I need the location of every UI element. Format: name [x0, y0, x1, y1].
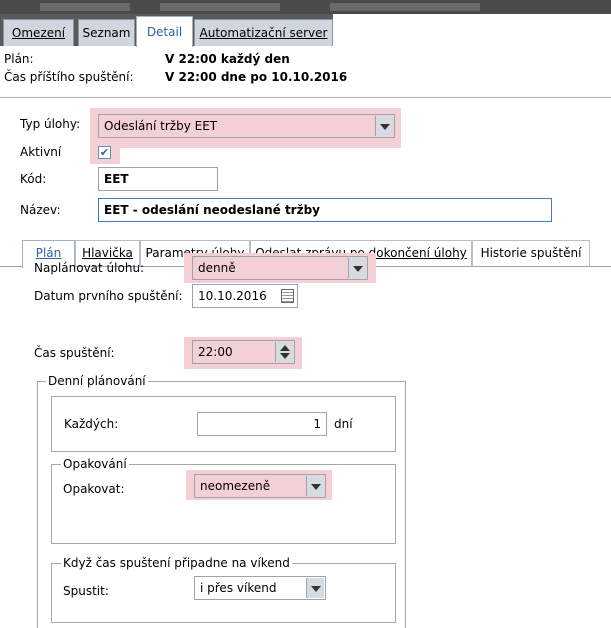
aktivni-checkbox[interactable]: ✔ — [98, 146, 111, 159]
cas-field[interactable]: 22:00 — [192, 340, 295, 364]
kazdych-unit: dní — [334, 417, 353, 431]
naplanovat-label: Naplánovat úlohu: — [34, 261, 145, 275]
next-run-value: V 22:00 dne po 10.10.2016 — [165, 70, 348, 84]
tab-omezeni-label: Omezení — [11, 26, 66, 40]
spustit-select[interactable]: i přes víkend — [194, 576, 326, 600]
vikend-legend: Když čas spuštení připadne na víkend — [61, 556, 292, 570]
opakovat-select[interactable]: neomezeně — [194, 474, 326, 498]
cas-label: Čas spuštění: — [34, 346, 115, 360]
schedule-info: Plán: V 22:00 každý den Čas příštího spu… — [0, 46, 611, 98]
tab-seznam-label: Seznam — [82, 26, 131, 40]
spustit-label: Spustit: — [63, 584, 109, 598]
window-top-strip — [0, 0, 611, 14]
opakovat-label: Opakovat: — [63, 482, 125, 496]
next-run-label: Čas příštího spuštění: — [4, 70, 134, 84]
tab-automatizacni-server-label: Automatizační server — [199, 26, 328, 40]
time-spinner[interactable] — [275, 342, 293, 362]
opakovani-legend: Opakování — [61, 457, 129, 471]
calendar-icon[interactable] — [281, 289, 294, 303]
blurred-toolbar — [330, 3, 480, 11]
spin-down-icon[interactable] — [280, 353, 290, 359]
naplanovat-select-value: denně — [198, 261, 236, 275]
typ-select-value: Odeslání tržby EET — [104, 119, 218, 133]
spustit-select-value: i přes víkend — [200, 581, 277, 595]
tab-plan-label: Plán — [35, 246, 62, 260]
nazev-label: Název: — [20, 203, 61, 217]
blurred-toolbar — [160, 3, 280, 11]
blurred-toolbar — [40, 3, 130, 11]
datum-label: Datum prvního spuštění: — [34, 289, 183, 303]
top-tab-bar: Omezení Seznam Detail Automatizační serv… — [0, 14, 611, 47]
cas-field-value: 22:00 — [198, 345, 233, 359]
chevron-down-icon[interactable] — [348, 258, 366, 278]
kazdych-field[interactable]: 1 — [197, 412, 327, 436]
chevron-down-icon[interactable] — [306, 578, 324, 598]
tab-seznam[interactable]: Seznam — [78, 19, 135, 46]
chevron-down-icon[interactable] — [306, 476, 324, 496]
plan-info-label: Plán: — [4, 52, 34, 66]
aktivni-label: Aktivní — [20, 145, 62, 159]
typ-select[interactable]: Odeslání tržby EET — [98, 114, 395, 138]
kazdych-label: Každých: — [64, 417, 119, 431]
tab-detail-label: Detail — [146, 25, 183, 39]
spin-up-icon[interactable] — [280, 345, 290, 351]
kod-field[interactable]: EET — [98, 167, 218, 191]
tab-hlavicka-label: Hlavička — [82, 246, 133, 260]
tab-automatizacni-server[interactable]: Automatizační server — [194, 19, 333, 46]
opakovat-select-value: neomezeně — [200, 479, 271, 493]
datum-field-value: 10.10.2016 — [198, 289, 267, 303]
tab-detail[interactable]: Detail — [136, 16, 193, 47]
plan-info-value: V 22:00 každý den — [165, 52, 290, 66]
chevron-down-icon[interactable] — [375, 116, 393, 136]
kod-label: Kód: — [20, 172, 47, 186]
tab-historie-spusteni-label: Historie spuštění — [480, 246, 582, 260]
typ-label: Typ úlohy: — [20, 117, 81, 131]
datum-field[interactable]: 10.10.2016 — [192, 284, 298, 308]
naplanovat-select[interactable]: denně — [192, 256, 368, 280]
tab-omezeni[interactable]: Omezení — [3, 19, 74, 46]
nazev-field[interactable]: EET - odeslání neodeslané tržby — [98, 198, 552, 222]
denni-planovani-legend: Denní plánování — [46, 374, 148, 388]
tab-historie-spusteni[interactable]: Historie spuštění — [472, 240, 590, 266]
